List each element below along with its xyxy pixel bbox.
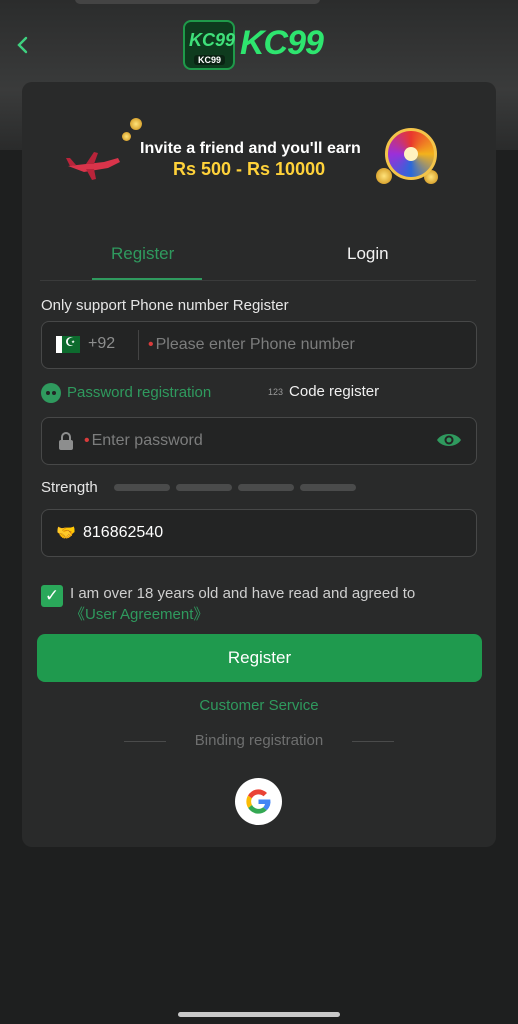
tab-register[interactable]: Register bbox=[111, 244, 174, 264]
password-field[interactable]: • Enter password bbox=[41, 417, 477, 465]
banner-line-2: Rs 500 - Rs 10000 bbox=[173, 159, 326, 179]
eye-icon[interactable] bbox=[436, 430, 462, 450]
strength-bar-segment bbox=[176, 484, 232, 491]
pakistan-flag-icon[interactable] bbox=[56, 335, 80, 353]
prize-wheel-icon bbox=[385, 128, 437, 180]
handshake-icon: 🤝 bbox=[56, 525, 76, 542]
password-option-icon bbox=[41, 383, 61, 403]
phone-label: Only support Phone number Register bbox=[41, 297, 289, 314]
country-code[interactable]: +92 bbox=[88, 335, 115, 353]
active-tab-indicator bbox=[92, 278, 202, 280]
coin-icon bbox=[122, 132, 131, 141]
strength-bar-segment bbox=[114, 484, 170, 491]
binding-registration-label: Binding registration bbox=[194, 732, 324, 749]
divider bbox=[352, 741, 394, 742]
status-bar-pill bbox=[75, 0, 320, 4]
lock-icon bbox=[59, 432, 73, 450]
customer-service-link[interactable]: Customer Service bbox=[0, 697, 518, 714]
coin-icon bbox=[376, 168, 392, 184]
agreement-text: I am over 18 years old and have read and… bbox=[70, 585, 416, 602]
code-icon: 123 bbox=[268, 387, 284, 398]
phone-placeholder: Please enter Phone number bbox=[155, 336, 355, 353]
tab-divider bbox=[40, 280, 476, 281]
password-registration-option[interactable]: Password registration bbox=[41, 383, 211, 403]
invite-code-value[interactable]: 816862540 bbox=[83, 524, 163, 542]
back-chevron-icon[interactable] bbox=[12, 34, 34, 56]
strength-bar-segment bbox=[300, 484, 356, 491]
home-indicator bbox=[178, 1012, 340, 1017]
strength-bar-segment bbox=[238, 484, 294, 491]
google-icon[interactable] bbox=[235, 778, 282, 825]
divider bbox=[138, 330, 139, 360]
agreement-checkbox[interactable]: ✓ bbox=[41, 585, 63, 607]
code-register-option[interactable]: 123 Code register bbox=[268, 383, 379, 400]
coin-icon bbox=[130, 118, 142, 130]
register-button[interactable]: Register bbox=[37, 634, 482, 682]
invite-code-field[interactable]: 🤝 816862540 bbox=[41, 509, 477, 557]
password-option-label: Password registration bbox=[67, 383, 212, 401]
logo-sub-text: KC99 bbox=[194, 55, 226, 65]
password-placeholder: Enter password bbox=[91, 432, 203, 449]
logo-wordmark: KC99 bbox=[240, 24, 324, 62]
password-input[interactable]: • Enter password bbox=[84, 432, 203, 450]
tab-login[interactable]: Login bbox=[347, 244, 389, 264]
banner-line-1: Invite a friend and you'll earn bbox=[140, 140, 361, 157]
logo-mark: KC99 KC99 bbox=[183, 20, 235, 70]
phone-input[interactable]: • Please enter Phone number bbox=[148, 336, 355, 354]
code-option-label: Code register bbox=[289, 383, 380, 400]
airplane-icon bbox=[66, 152, 120, 180]
phone-field[interactable]: +92 •Please enter Phone number bbox=[41, 321, 477, 369]
logo-mark-text: KC99 bbox=[189, 30, 236, 50]
strength-label: Strength bbox=[41, 479, 98, 496]
invite-banner[interactable]: Invite a friend and you'll earn Rs 500 -… bbox=[40, 110, 480, 200]
user-agreement-link[interactable]: 《User Agreement》 bbox=[70, 603, 208, 624]
